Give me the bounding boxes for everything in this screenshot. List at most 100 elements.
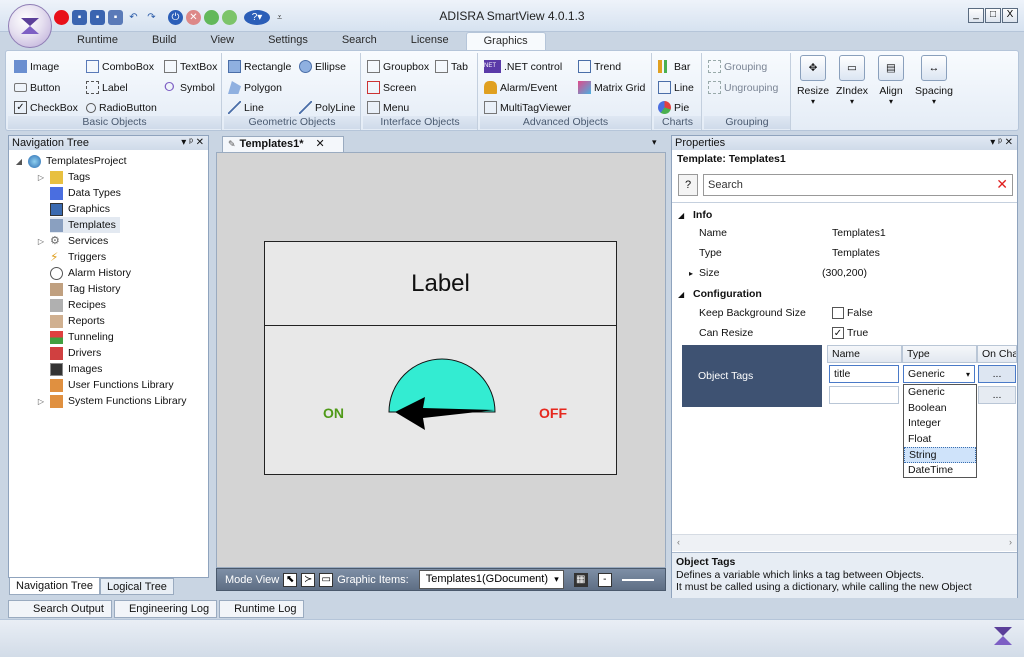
dotnet-control-button[interactable]: NET .NET control	[484, 58, 562, 75]
close-button[interactable]: X	[1002, 8, 1018, 23]
bar-chart-button[interactable]: Bar	[658, 58, 690, 75]
scroll-right-icon[interactable]: ›	[1009, 537, 1012, 547]
close-tab-icon[interactable]: ✕	[316, 137, 325, 152]
alarm-event-button[interactable]: Alarm/Event	[484, 79, 557, 96]
refresh-icon[interactable]	[222, 9, 237, 25]
menu-button[interactable]: Menu	[367, 99, 409, 116]
clear-search-icon[interactable]: ✕	[996, 176, 1008, 193]
keep-background-checkbox[interactable]	[832, 307, 844, 319]
power-icon[interactable]: ⏻	[168, 9, 183, 25]
zoom-out-button[interactable]: -	[597, 572, 612, 587]
dropdown-option-integer[interactable]: Integer	[904, 416, 976, 432]
tab-view[interactable]: View	[193, 32, 251, 50]
tree-item-system-functions[interactable]: ▷ System Functions Library	[37, 393, 186, 409]
combobox-button[interactable]: ComboBox	[86, 58, 154, 75]
tag-type-select[interactable]: Generic ▾	[903, 365, 975, 383]
tab-license[interactable]: License	[394, 32, 466, 50]
tree-item-services[interactable]: ▷ ⚙ Services	[37, 233, 108, 249]
properties-search[interactable]: Search ✕	[703, 174, 1013, 196]
tree-item-templates[interactable]: Templates	[50, 217, 120, 233]
polyline-button[interactable]: PolyLine	[299, 99, 355, 116]
tree-item-user-functions[interactable]: User Functions Library	[50, 377, 174, 393]
grid-icon[interactable]: ▦	[573, 572, 588, 587]
tree-item-tags[interactable]: ▷ Tags	[37, 169, 90, 185]
screen-button[interactable]: Screen	[367, 79, 416, 96]
tree-item-recipes[interactable]: Recipes	[50, 297, 106, 313]
tree-root[interactable]: ◢ TemplatesProject	[15, 153, 127, 169]
label-button[interactable]: Label	[86, 79, 128, 96]
pie-chart-button[interactable]: Pie	[658, 99, 689, 116]
gauge-graphic[interactable]	[355, 352, 505, 442]
button-button[interactable]: Button	[14, 79, 60, 96]
tab-search-output[interactable]: Search Output	[8, 600, 112, 618]
copy-icon[interactable]: ▪	[108, 9, 123, 25]
dropdown-option-datetime[interactable]: DateTime	[904, 463, 976, 479]
tab-runtime[interactable]: Runtime	[60, 32, 135, 50]
save-icon[interactable]: ▪	[72, 9, 87, 25]
minimize-button[interactable]: _	[968, 8, 984, 23]
configuration-section[interactable]: ◢ Configuration	[672, 284, 1017, 304]
zoom-slider[interactable]	[621, 578, 654, 581]
collapse-icon[interactable]: ◢	[15, 157, 23, 166]
rectangle-button[interactable]: Rectangle	[228, 58, 291, 75]
help-button[interactable]: ?	[678, 174, 698, 196]
tab-runtime-log[interactable]: Runtime Log	[219, 600, 305, 618]
panel-pin-close-icon[interactable]: ▾ ᵖ ✕	[181, 136, 204, 150]
dropdown-option-generic[interactable]: Generic	[904, 385, 976, 401]
document-tab[interactable]: ✎ Templates1* ✕	[222, 136, 344, 152]
horizontal-scrollbar[interactable]: ‹ ›	[672, 534, 1017, 551]
spacing-button[interactable]: ↔ Spacing ▾	[912, 53, 956, 127]
expand-icon[interactable]: ▸	[689, 269, 693, 278]
grouping-button[interactable]: Grouping	[708, 58, 767, 75]
tab-navigation-tree[interactable]: Navigation Tree	[9, 578, 101, 595]
run-icon[interactable]	[204, 9, 219, 25]
layout-mode-icon[interactable]: ▭	[319, 572, 334, 587]
new-tag-name-input[interactable]	[829, 386, 899, 404]
stop-icon[interactable]	[54, 9, 69, 25]
help-icon[interactable]: ?▾	[244, 9, 270, 25]
line-button[interactable]: Line	[228, 99, 264, 116]
tab-settings[interactable]: Settings	[251, 32, 325, 50]
radiobutton-button[interactable]: RadioButton	[86, 99, 157, 116]
on-change-button[interactable]: ...	[978, 365, 1016, 383]
template-object[interactable]: Label ON OFF	[264, 241, 617, 475]
tree-item-tunneling[interactable]: Tunneling	[50, 329, 114, 345]
tag-name-input[interactable]: title	[829, 365, 899, 383]
dropdown-option-string[interactable]: String	[904, 447, 976, 463]
align-button[interactable]: ▤ Align ▾	[873, 53, 909, 127]
tab-list-icon[interactable]: ▾	[652, 137, 657, 148]
app-menu-button[interactable]	[8, 4, 52, 48]
tab-graphics[interactable]: Graphics	[465, 32, 546, 50]
dropdown-option-boolean[interactable]: Boolean	[904, 401, 976, 417]
line-chart-button[interactable]: Line	[658, 79, 694, 96]
script-mode-icon[interactable]: ≻	[301, 572, 316, 587]
tree-item-graphics[interactable]: Graphics	[50, 201, 110, 217]
select-mode-icon[interactable]: ⬉	[283, 572, 298, 587]
ungrouping-button[interactable]: Ungrouping	[708, 79, 778, 96]
can-resize-checkbox[interactable]: ✓	[832, 327, 844, 339]
ellipse-button[interactable]: Ellipse	[299, 58, 346, 75]
maximize-button[interactable]: □	[985, 8, 1001, 23]
tree-item-alarm-history[interactable]: Alarm History	[50, 265, 131, 281]
tab-logical-tree[interactable]: Logical Tree	[100, 578, 174, 595]
info-section[interactable]: ◢ Info	[672, 205, 1017, 225]
symbol-button[interactable]: ⵔ Symbol	[164, 79, 215, 96]
tree-item-reports[interactable]: Reports	[50, 313, 105, 329]
tree-item-data-types[interactable]: Data Types	[50, 185, 121, 201]
tab-search[interactable]: Search	[325, 32, 394, 50]
tree-item-drivers[interactable]: Drivers	[50, 345, 101, 361]
redo-icon[interactable]: ↷	[144, 10, 159, 25]
polygon-button[interactable]: Polygon	[228, 79, 282, 96]
customize-toolbar-icon[interactable]: ⩡	[277, 12, 282, 23]
save-all-icon[interactable]: ▪	[90, 9, 105, 25]
resize-button[interactable]: ✥ Resize ▾	[795, 53, 831, 127]
new-on-change-button[interactable]: ...	[978, 386, 1016, 404]
scroll-left-icon[interactable]: ‹	[677, 537, 680, 547]
groupbox-button[interactable]: Groupbox	[367, 58, 429, 75]
image-button[interactable]: Image	[14, 58, 59, 75]
tree-item-tag-history[interactable]: Tag History	[50, 281, 121, 297]
tab-button[interactable]: Tab	[435, 58, 468, 75]
template-label[interactable]: Label	[265, 242, 616, 326]
size-row[interactable]: ▸ Size (300,200)	[672, 263, 1017, 283]
multitagviewer-button[interactable]: MultiTagViewer	[484, 99, 571, 116]
